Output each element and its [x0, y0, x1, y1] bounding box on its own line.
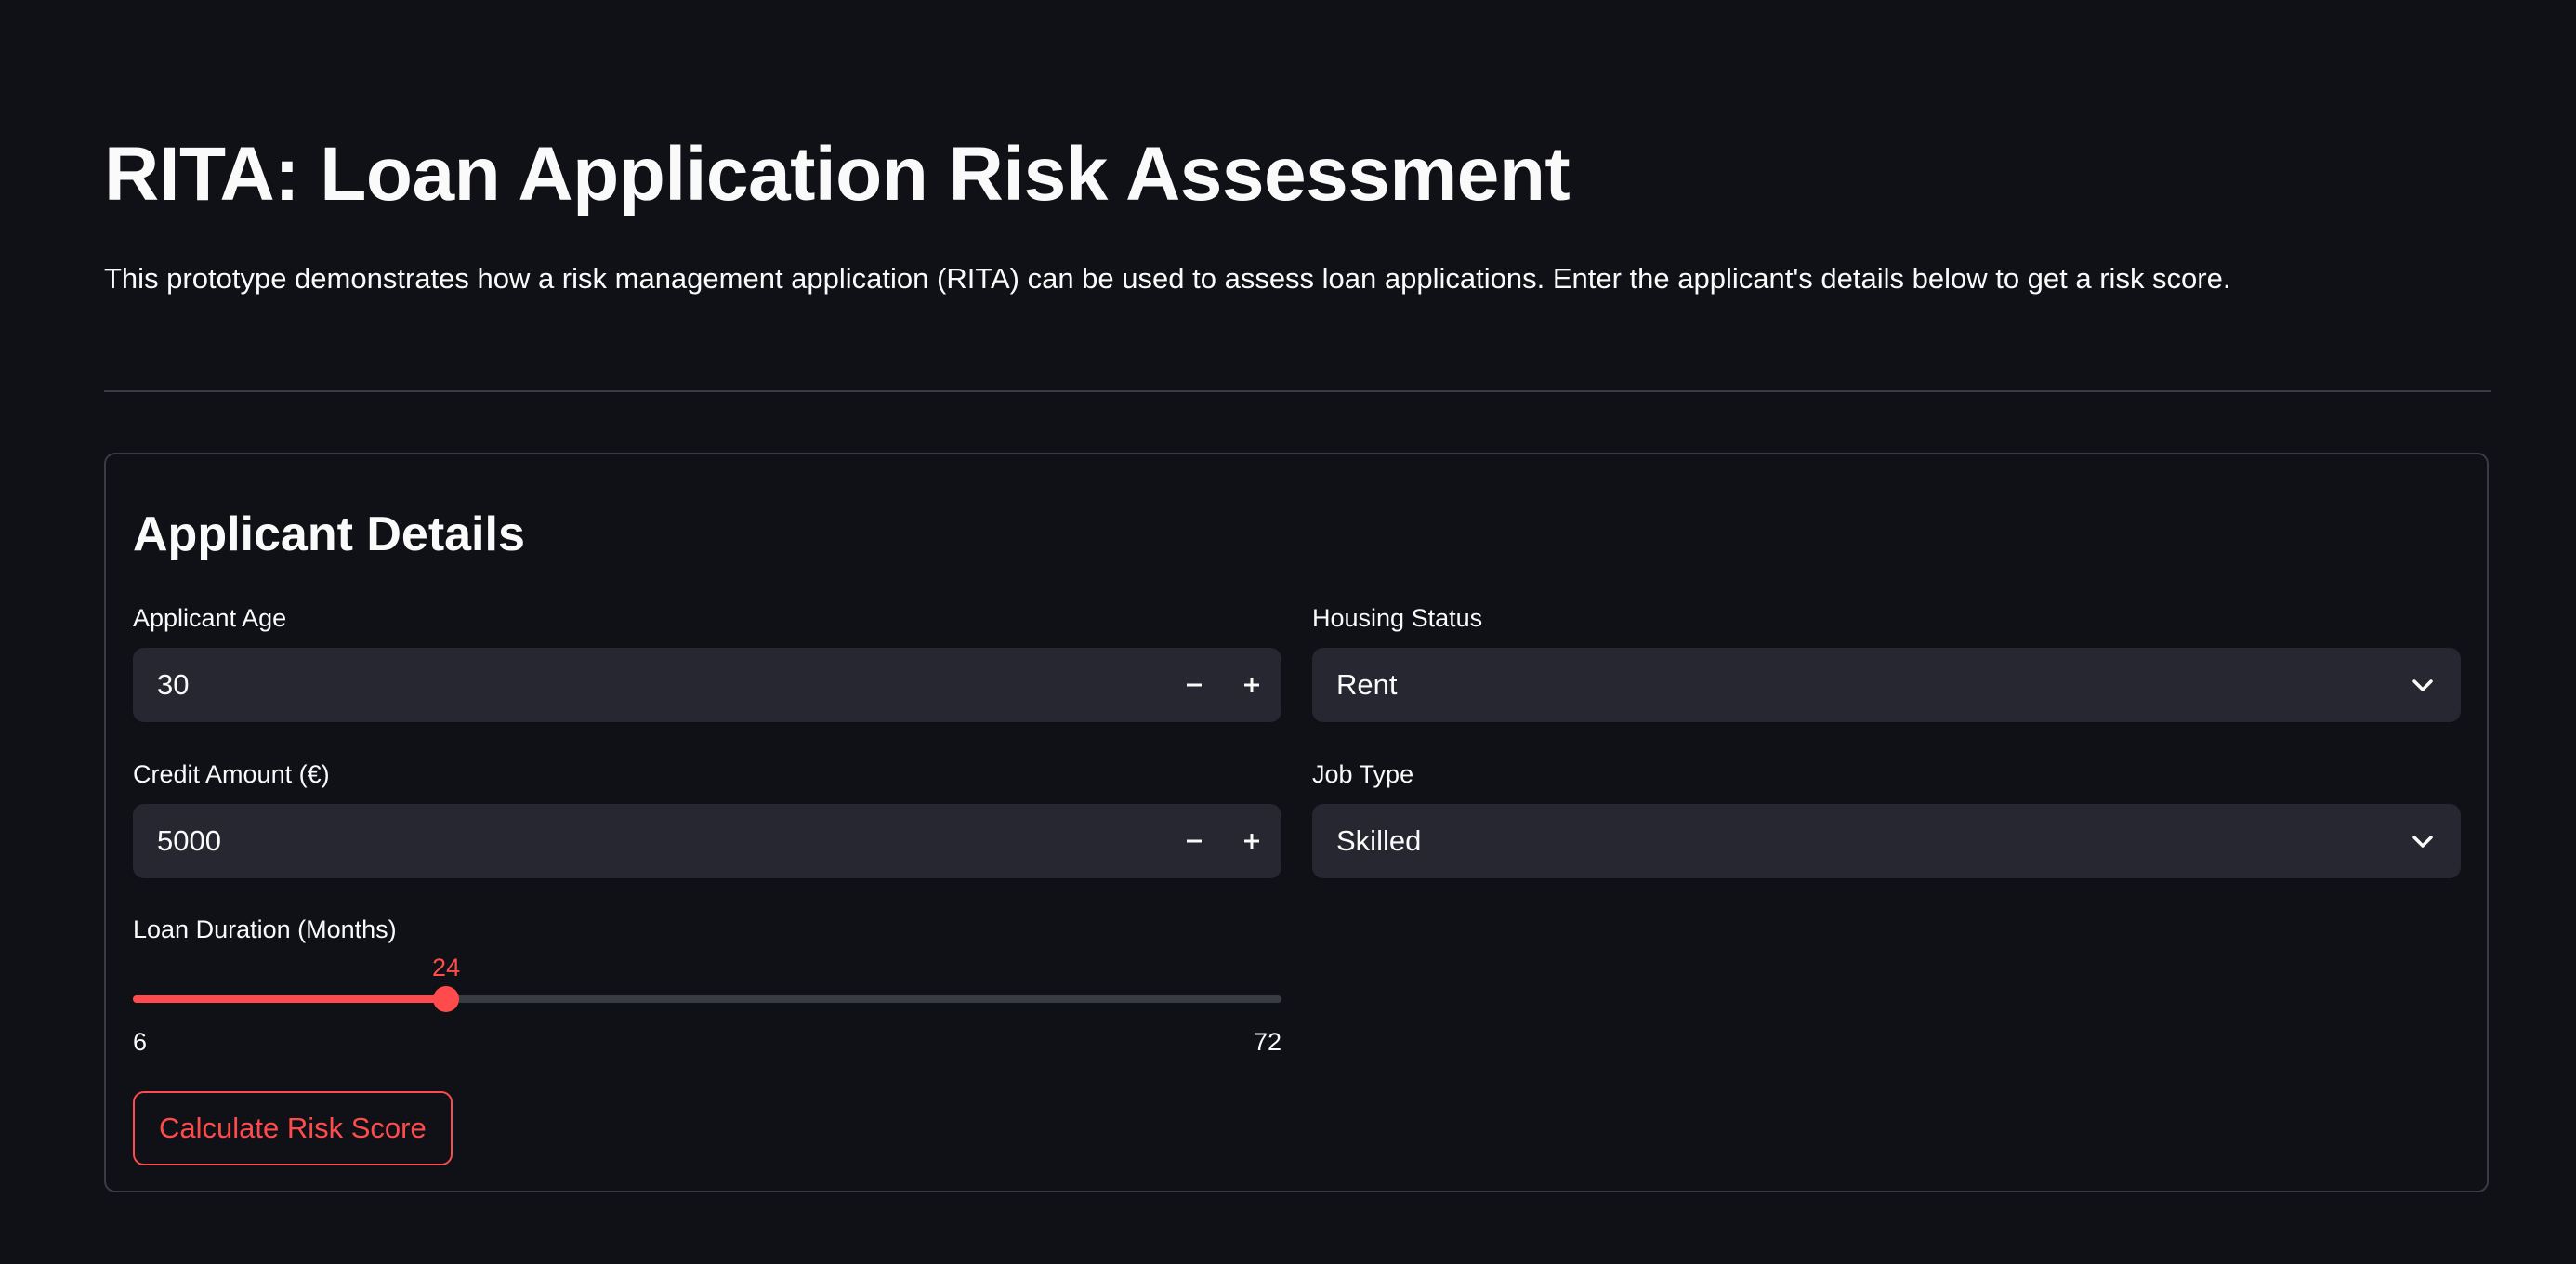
applicant-age-input[interactable]: 30	[133, 648, 1281, 722]
calculate-risk-score-button[interactable]: Calculate Risk Score	[133, 1091, 453, 1165]
credit-amount-input[interactable]: 5000	[133, 804, 1281, 878]
loan-duration-value: 24	[432, 954, 461, 981]
job-type-select[interactable]: Skilled	[1312, 804, 2461, 878]
housing-status-label: Housing Status	[1312, 604, 1483, 632]
intro-text: This prototype demonstrates how a risk m…	[104, 262, 2231, 295]
applicant-age-decrement-button[interactable]	[1164, 648, 1224, 722]
loan-duration-label: Loan Duration (Months)	[133, 915, 397, 943]
credit-amount-value[interactable]: 5000	[157, 804, 221, 878]
minus-icon	[1187, 839, 1202, 843]
job-type-value[interactable]: Skilled	[1336, 804, 1421, 878]
minus-icon	[1187, 683, 1202, 687]
credit-amount-decrement-button[interactable]	[1164, 804, 1224, 878]
applicant-age-value[interactable]: 30	[157, 648, 189, 722]
slider-thumb[interactable]	[433, 986, 460, 1012]
housing-status-select[interactable]: Rent	[1312, 648, 2461, 722]
slider-max-label: 72	[1253, 1028, 1281, 1056]
loan-duration-slider[interactable]	[133, 986, 1281, 1012]
slider-fill	[133, 995, 447, 1003]
section-heading: Applicant Details	[133, 507, 525, 561]
chevron-down-icon[interactable]	[2411, 830, 2435, 852]
applicant-age-increment-button[interactable]	[1222, 648, 1281, 722]
slider-min-label: 6	[133, 1028, 148, 1056]
app-page: RITA: Loan Application Risk Assessment T…	[0, 0, 2576, 1264]
credit-amount-increment-button[interactable]	[1222, 804, 1281, 878]
applicant-age-label: Applicant Age	[133, 604, 287, 632]
divider	[104, 390, 2491, 392]
plus-icon	[1244, 834, 1259, 849]
job-type-label: Job Type	[1312, 760, 1414, 788]
credit-amount-label: Credit Amount (€)	[133, 760, 330, 788]
page-title: RITA: Loan Application Risk Assessment	[104, 132, 1571, 217]
chevron-down-icon[interactable]	[2411, 674, 2435, 696]
housing-status-value[interactable]: Rent	[1336, 648, 1397, 722]
plus-icon	[1244, 678, 1259, 692]
